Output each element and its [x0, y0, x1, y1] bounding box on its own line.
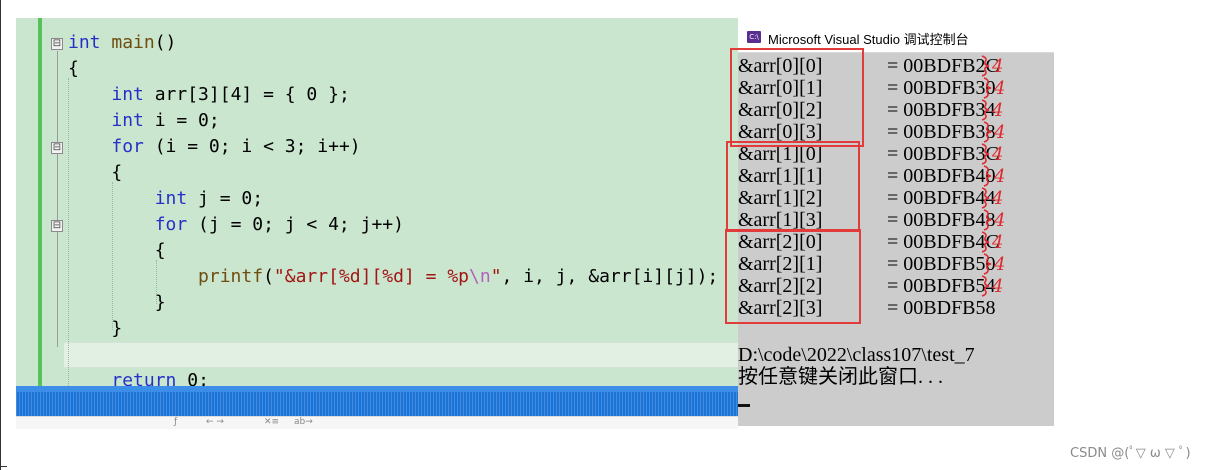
code-line[interactable]: for (j = 0; j < 4; j++) [68, 212, 404, 238]
annotation-box-row-1 [726, 141, 860, 232]
code-line[interactable]: } [68, 316, 122, 342]
code-token: int [111, 110, 144, 131]
function-icon[interactable]: ƒ [174, 417, 177, 427]
code-token: for [111, 136, 144, 157]
element-address-value: = 00BDFB38 [887, 121, 996, 143]
code-token: printf [198, 266, 264, 287]
console-app-icon: C:\ [747, 31, 761, 43]
current-line-highlight [64, 342, 738, 368]
console-cursor [738, 404, 750, 407]
code-token: arr[3][4] = { 0 }; [143, 84, 350, 105]
csdn-watermark: CSDN @(ﾟ▽ ω ▽ ﾟ) [1070, 446, 1191, 461]
console-title: Microsoft Visual Studio 调试控制台 [768, 32, 969, 47]
editor-toolbar: ƒ ← → ✕≡ ab→ [16, 416, 738, 429]
fold-toggle-outer-for[interactable]: ⊟ [51, 142, 63, 154]
code-token: " [490, 266, 502, 287]
code-token: int [154, 188, 188, 209]
code-line[interactable]: } [68, 290, 166, 316]
code-token: ( [263, 266, 274, 287]
code-editor[interactable]: ⊟ ⊟ ⊟ int main(){ int arr[3][4] = { 0 };… [16, 18, 738, 386]
element-address-value: = 00BDFB3C [887, 143, 999, 165]
fold-guide [57, 51, 58, 347]
code-token: 0; [176, 370, 209, 386]
code-token: j = 0; [187, 188, 264, 209]
code-token: } [68, 318, 123, 339]
fold-toggle-main[interactable]: ⊟ [51, 38, 63, 50]
code-line[interactable]: { [68, 160, 122, 186]
code-token: for [154, 214, 188, 235]
code-token: (i = 0; i < 3; i++) [143, 136, 361, 157]
code-token: return [111, 370, 177, 386]
code-token: (j = 0; j < 4; j++) [187, 214, 404, 235]
screenshot-frame-left [0, 0, 1, 470]
code-token: () [154, 32, 177, 53]
code-token: { [68, 240, 166, 261]
word-wrap-icon[interactable]: ab→ [294, 417, 313, 427]
changed-lines-indicator [38, 18, 42, 386]
code-line[interactable]: int arr[3][4] = { 0 }; [68, 82, 350, 108]
element-address-value: = 00BDFB34 [887, 99, 996, 121]
screenshot-frame-tick [1, 466, 7, 467]
element-address-value: = 00BDFB54 [887, 275, 996, 297]
code-token: i = 0; [143, 110, 220, 131]
code-line[interactable]: { [68, 238, 166, 264]
code-line[interactable]: int main() [68, 30, 176, 56]
console-path-line: D:\code\2022\class107\test_7 [738, 344, 975, 366]
console-prompt-line: 按任意键关闭此窗口. . . [738, 366, 943, 388]
code-token: "&arr[%d][%d] = %p [273, 266, 469, 287]
annotation-box-row-2 [725, 229, 861, 324]
code-token: { [68, 58, 79, 79]
code-line[interactable]: { [68, 56, 79, 82]
element-address-value: = 00BDFB4C [887, 231, 999, 253]
navigate-arrows-icon[interactable]: ← → [206, 417, 224, 427]
code-token: { [68, 162, 123, 183]
element-address-value: = 00BDFB30 [887, 77, 996, 99]
code-token: main [111, 32, 155, 53]
element-address-value: = 00BDFB44 [887, 187, 996, 209]
element-address-value: = 00BDFB50 [887, 253, 996, 275]
code-token: , i, j, &arr[i][j]); [501, 266, 719, 287]
code-line[interactable]: for (i = 0; i < 3; i++) [68, 134, 361, 160]
status-bar-band [16, 386, 738, 392]
element-address-value: = 00BDFB48 [887, 209, 996, 231]
code-token: \n [469, 266, 491, 287]
code-line[interactable]: printf("&arr[%d][%d] = %p\n", i, j, &arr… [68, 264, 718, 290]
code-line[interactable]: return 0; [68, 368, 209, 386]
code-token: int [68, 32, 101, 53]
element-address-value: = 00BDFB40 [887, 165, 996, 187]
element-address-value: = 00BDFB58 [887, 297, 996, 319]
code-line[interactable]: int i = 0; [68, 108, 220, 134]
code-token: int [111, 84, 144, 105]
code-token: } [68, 292, 166, 313]
status-bar [16, 386, 738, 416]
element-address-value: = 00BDFB2C [887, 55, 999, 77]
fold-toggle-inner-for[interactable]: ⊟ [51, 220, 63, 232]
annotation-box-row-0 [730, 48, 864, 147]
code-line[interactable]: int j = 0; [68, 186, 263, 212]
clear-all-icon[interactable]: ✕≡ [264, 417, 279, 427]
